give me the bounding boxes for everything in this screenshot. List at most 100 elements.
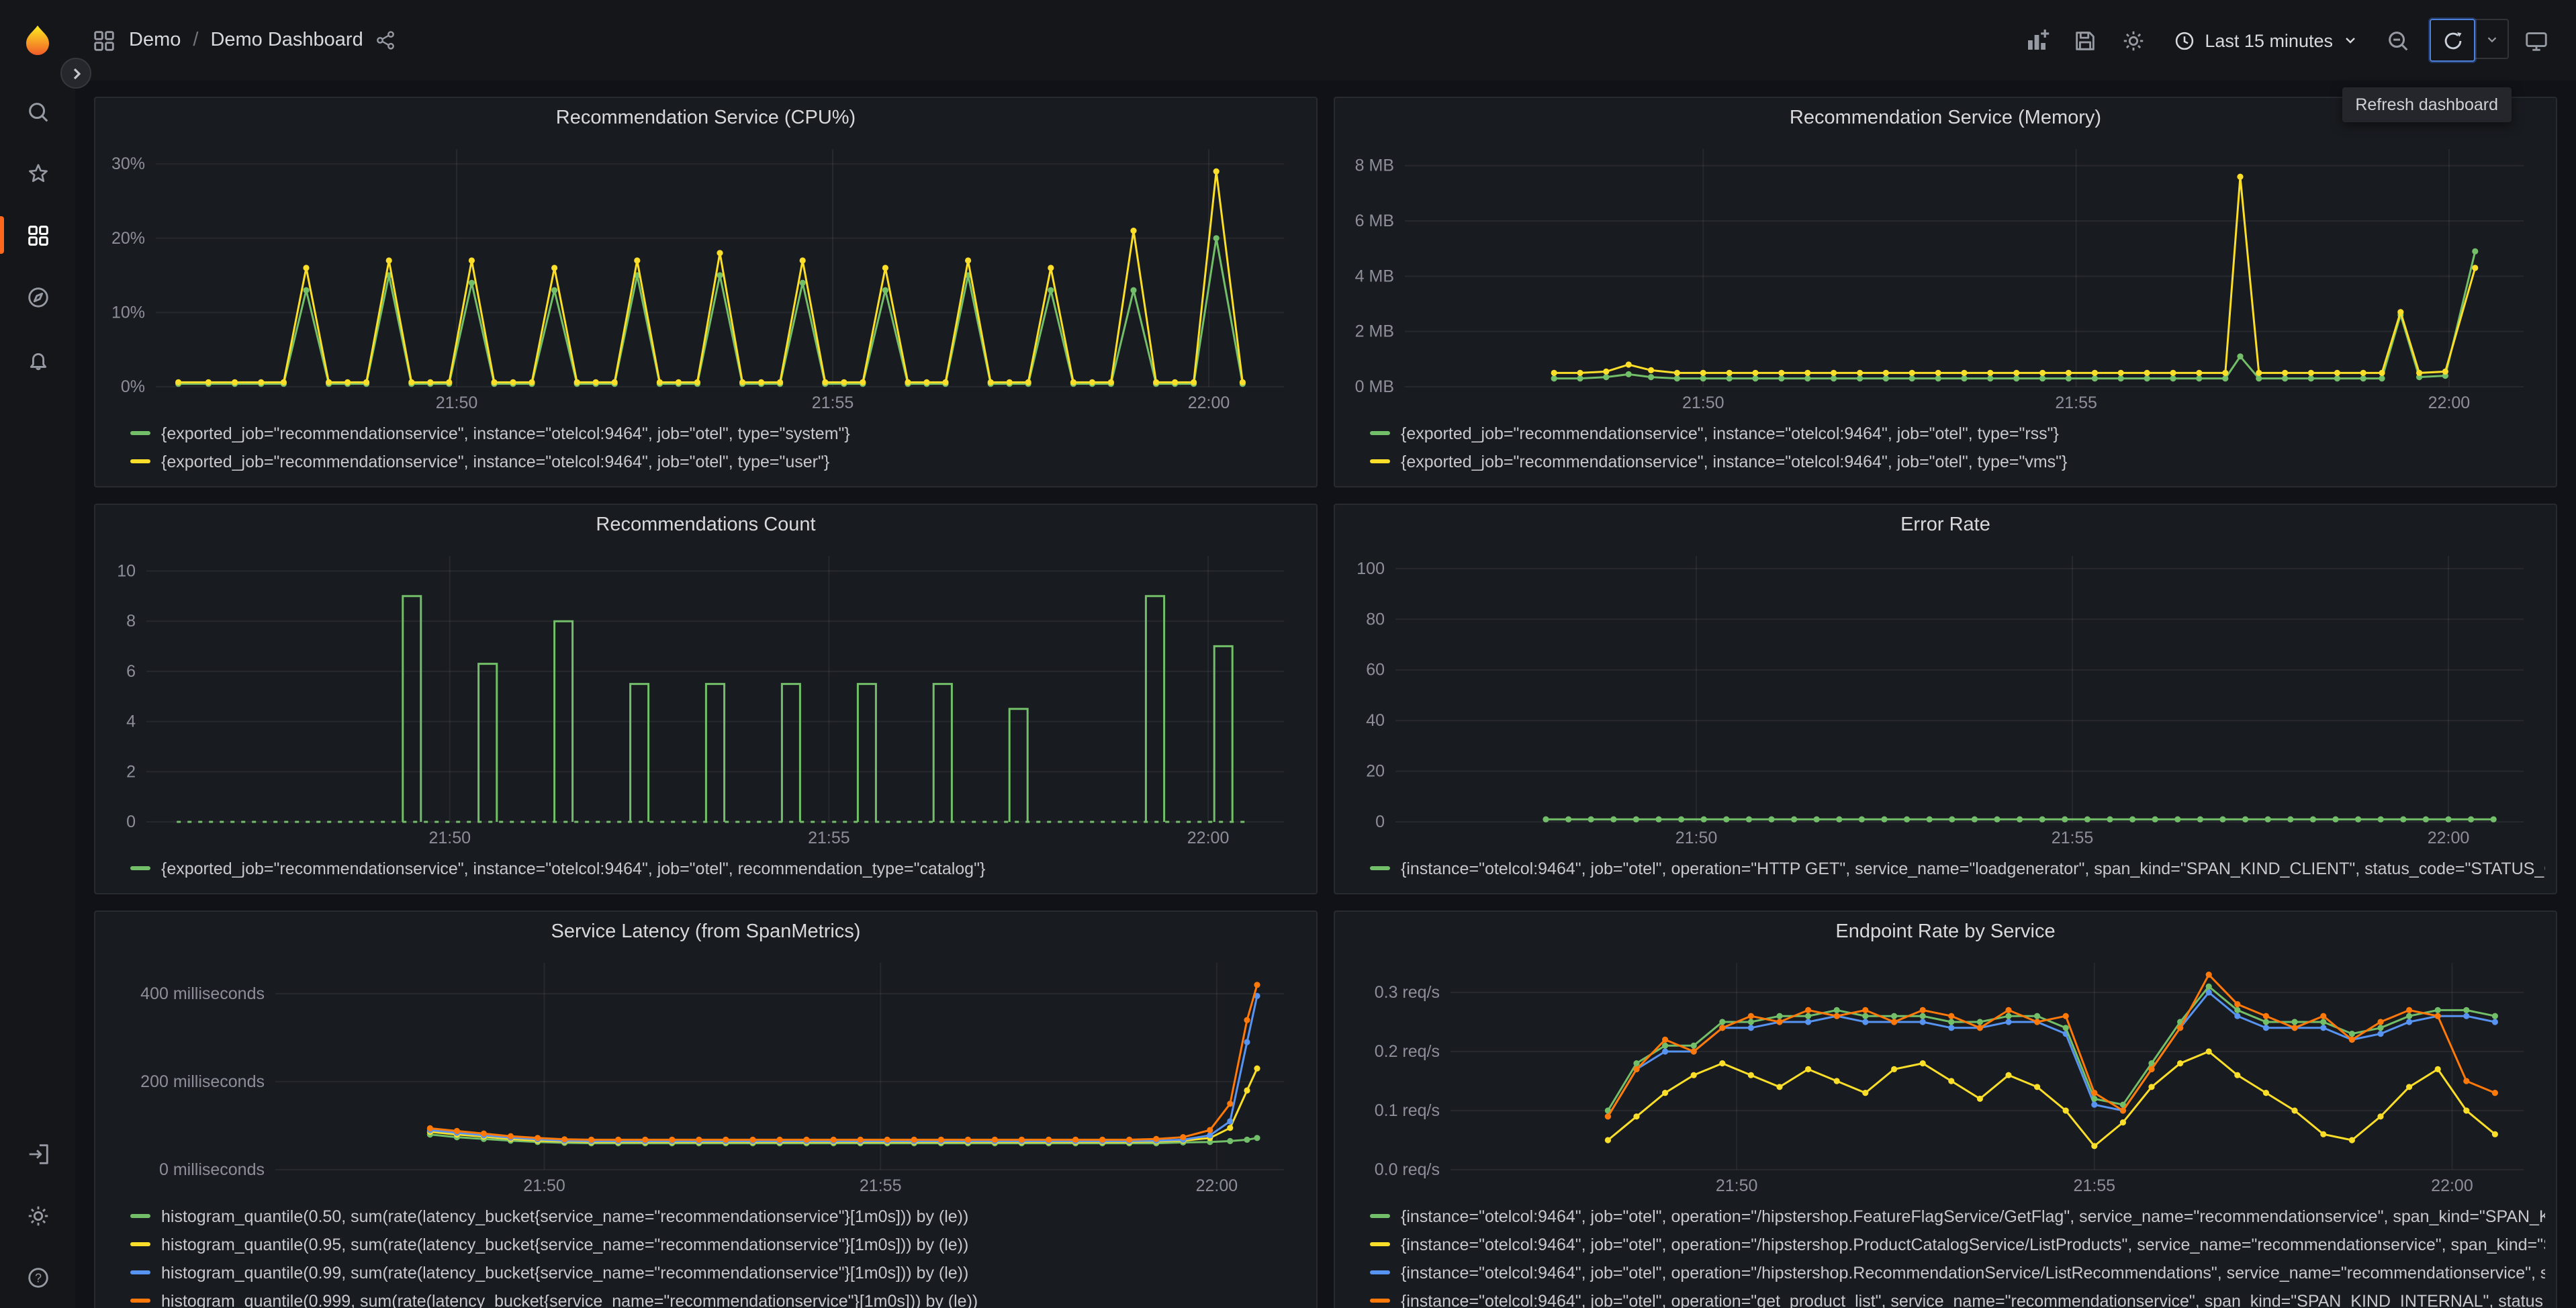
svg-text:0.2 req/s: 0.2 req/s [1375, 1042, 1440, 1061]
panel-endpoint-rate-by-service: Endpoint Rate by Service 0.0 req/s 0.1 re… [1334, 910, 2557, 1308]
cycle-view-mode-button[interactable] [2514, 19, 2557, 62]
svg-text:20%: 20% [111, 229, 145, 248]
breadcrumb-page-title[interactable]: Demo Dashboard [210, 30, 363, 51]
sidebar-item-dashboards[interactable] [0, 204, 75, 266]
navbar-actions: Last 15 minutes [2015, 19, 2557, 62]
panel-title[interactable]: Recommendations Count [95, 505, 1316, 545]
legend-item[interactable]: {exported_job="recommendationservice", i… [1370, 419, 2545, 447]
clock-icon [2175, 31, 2193, 50]
legend-item[interactable]: {instance="otelcol:9464", job="otel", op… [1370, 854, 2545, 882]
chart-area[interactable]: 0.0 req/s 0.1 req/s 0.2 req/s 0.3 req/s 21:5… [1346, 952, 2545, 1199]
legend-item[interactable]: {exported_job="recommendationservice", i… [130, 447, 1305, 475]
legend-series-color [1370, 431, 1390, 435]
legend-item[interactable]: {exported_job="recommendationservice", i… [130, 854, 1305, 882]
legend-series-color [1370, 1299, 1390, 1303]
legend-item[interactable]: histogram_quantile(0.99, sum(rate(latenc… [130, 1258, 1305, 1287]
svg-text:8: 8 [126, 612, 136, 630]
legend-series-color [130, 1242, 150, 1246]
panel-title[interactable]: Endpoint Rate by Service [1335, 912, 2556, 952]
legend-item[interactable]: {instance="otelcol:9464", job="otel", op… [1370, 1202, 2545, 1230]
dashboard-content: Recommendation Service (CPU%) 0% 10% 20% 30… [75, 81, 2576, 1308]
svg-text:60: 60 [1366, 661, 1385, 680]
legend-series-color [1370, 1214, 1390, 1218]
sidebar-item-help[interactable]: ? [0, 1246, 75, 1308]
sign-in-icon [28, 1143, 48, 1164]
chart-area[interactable]: 0 20 40 60 80 100 21:50 21:55 22:00 [1346, 545, 2545, 851]
panel-legend: {instance="otelcol:9464", job="otel", op… [1335, 1199, 2556, 1308]
legend-item[interactable]: {exported_job="recommendationservice", i… [130, 419, 1305, 447]
panel-legend: {instance="otelcol:9464", job="otel", op… [1335, 851, 2556, 893]
panel-title[interactable]: Recommendation Service (CPU%) [95, 98, 1316, 138]
sidebar-item-search[interactable] [0, 81, 75, 142]
refresh-split-button [2430, 19, 2509, 62]
sidebar-item-alerting[interactable] [0, 328, 75, 389]
zoom-out-time-button[interactable] [2376, 19, 2419, 62]
dashboard-settings-button[interactable] [2112, 19, 2155, 62]
svg-text:0 milliseconds: 0 milliseconds [159, 1160, 265, 1179]
svg-text:21:55: 21:55 [812, 393, 854, 412]
legend-series-color [1370, 459, 1390, 463]
legend-series-label: {instance="otelcol:9464", job="otel", op… [1401, 1207, 2545, 1225]
breadcrumb-section[interactable]: Demo [129, 30, 181, 51]
sidebar-expand-button[interactable] [60, 58, 91, 89]
panel-error-rate: Error Rate 0 20 40 60 80 100 21:50 21:55 22:00 {… [1334, 504, 2557, 894]
refresh-interval-dropdown[interactable] [2475, 19, 2509, 59]
add-panel-button[interactable] [2015, 19, 2058, 62]
legend-series-label: {exported_job="recommendationservice", i… [1401, 452, 2068, 471]
chart-area[interactable]: 0 MB 2 MB 4 MB 6 MB 8 MB 21:50 21:55 22:00 [1346, 138, 2545, 416]
time-range-picker[interactable]: Last 15 minutes [2160, 19, 2371, 62]
legend-item[interactable]: {instance="otelcol:9464", job="otel", op… [1370, 1287, 2545, 1308]
svg-text:0: 0 [1375, 812, 1385, 831]
chart-canvas[interactable]: 0 2 4 6 8 10 21:50 21:55 22:00 [106, 545, 1305, 851]
legend-item[interactable]: {exported_job="recommendationservice", i… [1370, 447, 2545, 475]
refresh-dashboard-button[interactable] [2430, 19, 2475, 62]
legend-series-label: {instance="otelcol:9464", job="otel", op… [1401, 1263, 2545, 1282]
chart-canvas[interactable]: 0 20 40 60 80 100 21:50 21:55 22:00 [1346, 545, 2545, 851]
star-icon [28, 163, 47, 182]
legend-series-label: {exported_job="recommendationservice", i… [161, 859, 986, 878]
legend-series-color [130, 866, 150, 870]
sidebar: ? [0, 0, 75, 1308]
svg-text:22:00: 22:00 [1188, 393, 1230, 412]
panel-legend: histogram_quantile(0.50, sum(rate(latenc… [95, 1199, 1316, 1308]
svg-text:0.0 req/s: 0.0 req/s [1375, 1160, 1440, 1179]
save-dashboard-button[interactable] [2064, 19, 2107, 62]
grafana-app: ? Demo / Demo Dashboard Last 15 minutes … [0, 0, 2576, 1308]
svg-text:2 MB: 2 MB [1355, 322, 1394, 341]
sidebar-item-explore[interactable] [0, 266, 75, 328]
legend-series-color [130, 1299, 150, 1303]
chart-canvas[interactable]: 0% 10% 20% 30% 21:50 21:55 22:00 [106, 138, 1305, 416]
share-icon[interactable] [375, 30, 397, 51]
legend-series-label: histogram_quantile(0.99, sum(rate(latenc… [161, 1263, 969, 1282]
svg-text:21:55: 21:55 [2074, 1176, 2116, 1195]
chart-canvas[interactable]: 0 milliseconds 200 milliseconds 400 millis… [106, 952, 1305, 1199]
legend-series-label: histogram_quantile(0.50, sum(rate(latenc… [161, 1207, 969, 1225]
legend-item[interactable]: {instance="otelcol:9464", job="otel", op… [1370, 1230, 2545, 1258]
sidebar-item-configuration[interactable] [0, 1184, 75, 1246]
panel-legend: {exported_job="recommendationservice", i… [95, 416, 1316, 486]
legend-item[interactable]: {instance="otelcol:9464", job="otel", op… [1370, 1258, 2545, 1287]
legend-item[interactable]: histogram_quantile(0.95, sum(rate(latenc… [130, 1230, 1305, 1258]
panel-title[interactable]: Service Latency (from SpanMetrics) [95, 912, 1316, 952]
sidebar-item-sign-in[interactable] [0, 1123, 75, 1184]
chart-area[interactable]: 0% 10% 20% 30% 21:50 21:55 22:00 [106, 138, 1305, 416]
gear-icon [2124, 30, 2144, 50]
chart-area[interactable]: 0 2 4 6 8 10 21:50 21:55 22:00 [106, 545, 1305, 851]
legend-item[interactable]: histogram_quantile(0.999, sum(rate(laten… [130, 1287, 1305, 1308]
help-icon: ? [28, 1267, 48, 1287]
time-range-label: Last 15 minutes [2205, 30, 2333, 50]
legend-series-color [130, 431, 150, 435]
legend-series-label: {instance="otelcol:9464", job="otel", op… [1401, 859, 2545, 878]
chart-canvas[interactable]: 0.0 req/s 0.1 req/s 0.2 req/s 0.3 req/s 21:5… [1346, 952, 2545, 1199]
sidebar-item-starred[interactable] [0, 142, 75, 204]
svg-text:?: ? [34, 1270, 41, 1284]
svg-text:22:00: 22:00 [1196, 1176, 1238, 1195]
apps-grid-icon [94, 30, 114, 50]
panel-legend: {exported_job="recommendationservice", i… [1335, 416, 2556, 486]
svg-text:0.3 req/s: 0.3 req/s [1375, 983, 1440, 1002]
chevron-down-icon [2487, 36, 2496, 42]
legend-item[interactable]: histogram_quantile(0.50, sum(rate(latenc… [130, 1202, 1305, 1230]
chart-canvas[interactable]: 0 MB 2 MB 4 MB 6 MB 8 MB 21:50 21:55 22:00 [1346, 138, 2545, 416]
panel-title[interactable]: Error Rate [1335, 505, 2556, 545]
chart-area[interactable]: 0 milliseconds 200 milliseconds 400 millis… [106, 952, 1305, 1199]
